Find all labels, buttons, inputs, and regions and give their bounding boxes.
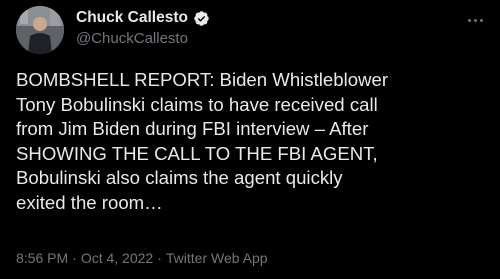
meta-separator: · — [72, 250, 77, 266]
more-options-icon[interactable] — [464, 10, 486, 30]
meta-separator: · — [157, 250, 162, 266]
avatar[interactable] — [16, 6, 64, 54]
tweet-header: Chuck Callesto @ChuckCallesto — [76, 9, 210, 47]
tweet-time[interactable]: 8:56 PM — [16, 250, 68, 266]
display-name[interactable]: Chuck Callesto — [76, 9, 188, 27]
name-row: Chuck Callesto — [76, 9, 210, 27]
user-handle[interactable]: @ChuckCallesto — [76, 30, 210, 47]
avatar-image — [16, 6, 64, 54]
tweet-text: BOMBSHELL REPORT: Biden Whistleblower To… — [16, 69, 389, 213]
tweet-date[interactable]: Oct 4, 2022 — [81, 250, 153, 266]
tweet-source[interactable]: Twitter Web App — [166, 250, 268, 266]
tweet-card: Chuck Callesto @ChuckCallesto BOMBSHELL … — [0, 0, 500, 279]
tweet-meta: 8:56 PM · Oct 4, 2022 · Twitter Web App — [16, 250, 268, 266]
verified-badge-icon — [194, 10, 209, 26]
